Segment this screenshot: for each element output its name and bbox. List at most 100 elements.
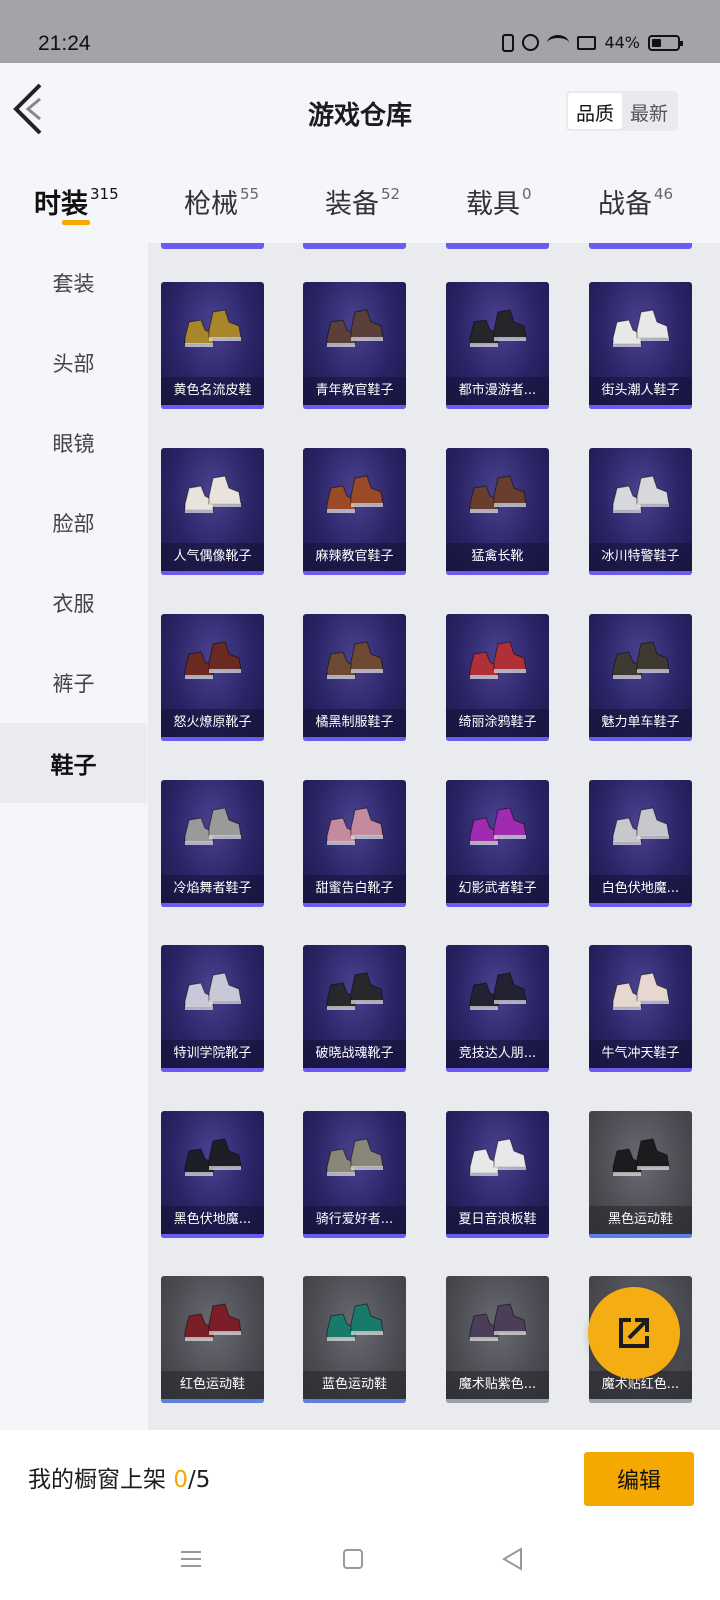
tab-supplies[interactable]: 战备 46 [598,182,673,221]
item-name: 骑行爱好者... [303,1206,406,1234]
item-name: 橘黑制服鞋子 [303,709,406,737]
item-card[interactable]: 破晓战魂靴子 [303,945,406,1072]
sidebar-item-face[interactable]: 脸部 [0,483,147,563]
status-icons: 44% [502,33,683,52]
item-card[interactable]: 红色运动鞋 [161,1276,264,1403]
item-card[interactable]: 幻影武者鞋子 [446,780,549,907]
showcase-status: 我的橱窗上架 0/5 [28,1460,210,1494]
shoe-icon [326,475,384,513]
tab-count: 52 [381,185,401,203]
sidebar-item-head[interactable]: 头部 [0,323,147,403]
tab-label: 战备 [598,189,652,220]
item-card[interactable]: 骑行爱好者... [303,1111,406,1238]
shoe-icon [184,475,242,513]
sidebar-item-outfit[interactable]: 套装 [0,243,147,323]
quality-bar [161,737,264,741]
menu-icon[interactable] [177,1545,205,1573]
shoe-icon [612,309,670,347]
share-button[interactable] [588,1287,680,1379]
quality-bar [161,1234,264,1238]
sort-quality-button[interactable]: 品质 [567,93,622,129]
tab-label: 时装 [34,189,88,220]
item-card[interactable]: 黄色名流皮鞋 [161,282,264,409]
tab-equipment[interactable]: 装备 52 [325,182,400,221]
sort-toggle: 品质 最新 [565,91,678,131]
item-card[interactable]: 都市漫游者... [446,282,549,409]
item-name: 人气偶像靴子 [161,543,264,571]
item-name: 甜蜜告白靴子 [303,875,406,903]
home-icon[interactable] [339,1545,367,1573]
item-name: 特训学院靴子 [161,1040,264,1068]
item-name: 白色伏地魔... [589,875,692,903]
item-card[interactable]: 街头潮人鞋子 [589,282,692,409]
shoe-icon [612,807,670,845]
item-card[interactable]: 冷焰舞者鞋子 [161,780,264,907]
active-tab-indicator [62,220,90,225]
quality-bar [589,571,692,575]
tab-label: 载具 [466,189,520,220]
item-card[interactable]: 黑色伏地魔... [161,1111,264,1238]
battery-icon [648,34,683,51]
item-name: 冷焰舞者鞋子 [161,875,264,903]
sidebar-item-shoes[interactable]: 鞋子 [0,723,147,803]
quality-bar [303,1234,406,1238]
item-card[interactable]: 冰川特警鞋子 [589,448,692,575]
item-card[interactable]: 夏日音浪板鞋 [446,1111,549,1238]
item-card[interactable]: 怒火燎原靴子 [161,614,264,741]
quality-bar [303,737,406,741]
item-card[interactable]: 麻辣教官鞋子 [303,448,406,575]
quality-bar [303,405,406,409]
showcase-total: /5 [187,1467,211,1493]
battery-percent: 44% [604,33,640,52]
edit-button[interactable]: 编辑 [584,1452,694,1506]
item-card[interactable]: 甜蜜告白靴子 [303,780,406,907]
sidebar-item-glasses[interactable]: 眼镜 [0,403,147,483]
item-name: 黄色名流皮鞋 [161,377,264,405]
quality-bar [446,737,549,741]
item-grid: 黄色名流皮鞋 青年教官鞋子 都市漫游者... 街头潮人鞋子人气偶像靴子 麻辣教官鞋子 猛禽… [148,243,720,1430]
item-name: 青年教官鞋子 [303,377,406,405]
status-time: 21:24 [38,32,91,55]
shoe-icon [469,1138,527,1176]
item-name: 麻辣教官鞋子 [303,543,406,571]
shoe-icon [184,972,242,1010]
item-card[interactable]: 特训学院靴子 [161,945,264,1072]
wifi-icon [547,34,570,51]
shoe-icon [326,1138,384,1176]
quality-bar [303,1399,406,1403]
shoe-icon [469,309,527,347]
shoe-icon [326,309,384,347]
item-card[interactable]: 蓝色运动鞋 [303,1276,406,1403]
card-edge [161,243,264,249]
item-card[interactable]: 魔术贴紫色... [446,1276,549,1403]
item-card[interactable]: 黑色运动鞋 [589,1111,692,1238]
item-name: 街头潮人鞋子 [589,377,692,405]
item-card[interactable]: 牛气冲天鞋子 [589,945,692,1072]
quality-bar [303,903,406,907]
item-card[interactable]: 猛禽长靴 [446,448,549,575]
sort-newest-button[interactable]: 最新 [622,93,676,129]
quality-bar [589,737,692,741]
item-card[interactable]: 青年教官鞋子 [303,282,406,409]
tab-guns[interactable]: 枪械 55 [184,182,259,221]
item-card[interactable]: 绮丽涂鸦鞋子 [446,614,549,741]
tab-count: 0 [522,185,532,203]
item-name: 黑色伏地魔... [161,1206,264,1234]
back-nav-icon[interactable] [499,1545,527,1573]
sidebar-item-clothes[interactable]: 衣服 [0,563,147,643]
sidebar-item-pants[interactable]: 裤子 [0,643,147,723]
quality-bar [446,405,549,409]
item-card[interactable]: 橘黑制服鞋子 [303,614,406,741]
tab-fashion[interactable]: 时装 315 [34,182,119,221]
shoe-icon [469,475,527,513]
item-card[interactable]: 竞技达人朋... [446,945,549,1072]
shoe-icon [469,972,527,1010]
quality-bar [589,1234,692,1238]
item-card[interactable]: 魅力单车鞋子 [589,614,692,741]
quality-bar [161,903,264,907]
tab-vehicles[interactable]: 载具 0 [466,182,532,221]
quality-bar [303,1068,406,1072]
item-card[interactable]: 白色伏地魔... [589,780,692,907]
item-card[interactable]: 人气偶像靴子 [161,448,264,575]
quality-bar [446,1068,549,1072]
